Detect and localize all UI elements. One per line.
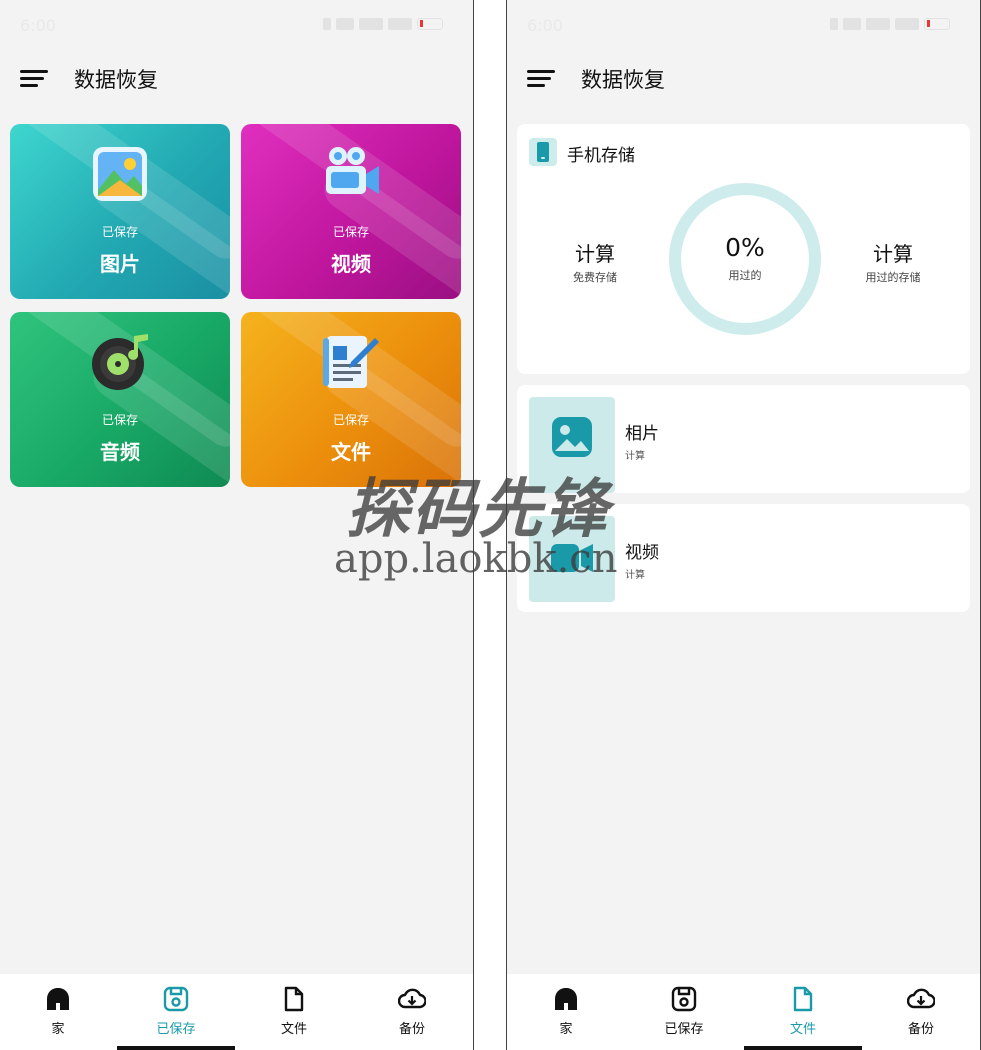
status-icons	[830, 18, 950, 30]
free-storage-value: 计算	[575, 242, 615, 266]
media-row-videos[interactable]: 视频 计算	[517, 504, 970, 612]
tile-label: 音频	[100, 440, 140, 464]
signal-icon	[359, 18, 383, 30]
tile-audio[interactable]: 已保存 音频	[10, 312, 230, 487]
file-icon	[793, 986, 813, 1012]
nav-item-saved[interactable]: 已保存	[644, 986, 724, 1037]
status-time: 6:00	[20, 16, 56, 35]
media-title: 视频	[625, 543, 659, 563]
media-subtitle: 计算	[625, 451, 645, 462]
files-screen: 6:00 数据恢复 手机存储 计算 免费存储 0% 用过的 计算 用过的存储 相…	[506, 0, 981, 1050]
nav-item-home[interactable]: 家	[18, 986, 98, 1037]
used-percent-label: 用过的	[728, 269, 762, 282]
signal-icon	[388, 18, 412, 30]
usage-ring: 0% 用过的	[667, 181, 823, 337]
tile-pictures[interactable]: 已保存 图片	[10, 124, 230, 299]
media-thumb	[529, 516, 615, 602]
cloud-backup-icon	[907, 988, 935, 1009]
used-storage-stat: 计算 用过的存储	[833, 238, 953, 285]
menu-icon[interactable]	[20, 70, 48, 90]
nav-item-files[interactable]: 文件	[254, 986, 334, 1037]
nav-item-home[interactable]: 家	[526, 986, 606, 1037]
tile-subtitle: 已保存	[332, 413, 369, 427]
image-icon	[552, 417, 592, 457]
signal-icon	[895, 18, 919, 30]
nav-item-backup[interactable]: 备份	[881, 986, 961, 1037]
phone-storage-card[interactable]: 手机存储 计算 免费存储 0% 用过的 计算 用过的存储	[517, 124, 970, 374]
music-disc-icon	[92, 334, 148, 390]
media-subtitle: 计算	[625, 570, 645, 581]
status-time: 6:00	[527, 16, 563, 35]
tile-subtitle: 已保存	[101, 413, 138, 427]
saved-icon	[671, 986, 697, 1012]
bottom-nav: 家 已保存 文件 备份	[507, 974, 980, 1050]
signal-icon	[866, 18, 890, 30]
page-title: 数据恢复	[74, 68, 158, 92]
status-icons	[323, 18, 443, 30]
battery-icon	[924, 18, 950, 30]
home-icon	[555, 988, 577, 1010]
tile-subtitle: 已保存	[101, 225, 138, 239]
nav-label: 备份	[398, 1022, 425, 1037]
storage-title: 手机存储	[567, 146, 635, 166]
nav-label: 已保存	[156, 1022, 196, 1037]
video-icon	[551, 544, 593, 572]
status-bar: 6:00	[0, 16, 473, 38]
nav-active-indicator	[117, 1046, 235, 1050]
status-bar: 6:00	[507, 16, 980, 38]
home-icon	[47, 988, 69, 1010]
media-row-photos[interactable]: 相片 计算	[517, 385, 970, 493]
screenshot-stage: 6:00 数据恢复 已保存 图片 已保存 视频 已保存 音频 已保存 文件 家 …	[0, 0, 981, 1050]
tile-files[interactable]: 已保存 文件	[241, 312, 461, 487]
nav-label: 文件	[789, 1022, 816, 1037]
used-storage-value: 计算	[873, 242, 913, 266]
bluetooth-icon	[830, 18, 838, 30]
nav-active-indicator	[744, 1046, 862, 1050]
saved-icon	[163, 986, 189, 1012]
tile-label: 文件	[331, 440, 371, 464]
hd-icon	[336, 18, 354, 30]
tile-label: 图片	[100, 252, 140, 276]
bottom-nav: 家 已保存 文件 备份	[0, 974, 473, 1050]
page-title: 数据恢复	[581, 68, 665, 92]
nav-item-saved[interactable]: 已保存	[136, 986, 216, 1037]
saved-screen: 6:00 数据恢复 已保存 图片 已保存 视频 已保存 音频 已保存 文件 家 …	[0, 0, 474, 1050]
app-bar: 数据恢复	[507, 60, 980, 98]
nav-label: 家	[51, 1022, 65, 1037]
nav-item-files[interactable]: 文件	[763, 986, 843, 1037]
tile-label: 视频	[331, 252, 371, 276]
video-camera-icon	[326, 147, 379, 194]
tile-videos[interactable]: 已保存 视频	[241, 124, 461, 299]
free-storage-label: 免费存储	[573, 271, 617, 284]
nav-label: 文件	[280, 1022, 307, 1037]
nav-label: 家	[559, 1022, 573, 1037]
menu-icon[interactable]	[527, 70, 555, 90]
nav-label: 备份	[907, 1022, 934, 1037]
phone-storage-icon	[529, 138, 557, 166]
hd-icon	[843, 18, 861, 30]
media-title: 相片	[625, 424, 659, 444]
app-bar: 数据恢复	[0, 60, 473, 98]
used-percent: 0%	[725, 233, 765, 262]
media-thumb	[529, 397, 615, 493]
battery-icon	[417, 18, 443, 30]
free-storage-stat: 计算 免费存储	[535, 238, 655, 285]
picture-icon	[93, 147, 147, 201]
document-icon	[323, 336, 379, 388]
used-storage-label: 用过的存储	[865, 271, 921, 284]
cloud-backup-icon	[398, 988, 426, 1009]
file-icon	[284, 986, 304, 1012]
nav-label: 已保存	[664, 1022, 704, 1037]
nav-item-backup[interactable]: 备份	[372, 986, 452, 1037]
tile-subtitle: 已保存	[332, 225, 369, 239]
bluetooth-icon	[323, 18, 331, 30]
